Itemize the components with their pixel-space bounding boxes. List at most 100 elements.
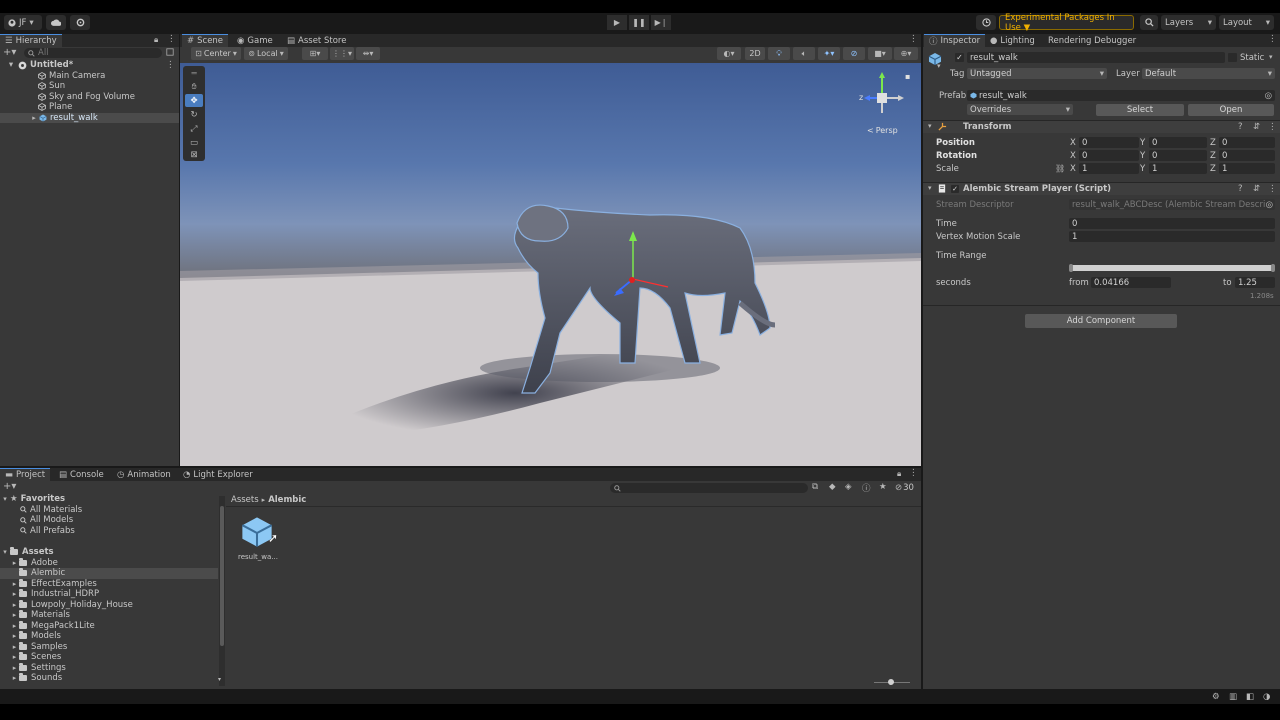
kebab-menu-icon[interactable]: ⋮: [909, 468, 918, 478]
tab-game[interactable]: ◉ Game: [232, 34, 278, 47]
overrides-dropdown[interactable]: Overrides ▾: [967, 104, 1073, 115]
favorite-star-icon[interactable]: ★: [879, 482, 887, 492]
experimental-packages-badge[interactable]: Experimental Packages In Use ▼: [999, 13, 1134, 33]
expand-arrow-icon[interactable]: ▸: [10, 559, 19, 567]
rotation-y-field[interactable]: 0: [1149, 150, 1207, 161]
kebab-menu-icon[interactable]: ⋮: [167, 34, 176, 44]
account-dropdown[interactable]: JF ▾: [4, 15, 42, 30]
presets-icon[interactable]: ⇵: [1253, 122, 1260, 132]
audio-toggle[interactable]: 🔈︎: [793, 47, 815, 60]
breadcrumb-root[interactable]: Assets: [231, 495, 259, 505]
help-icon[interactable]: ?: [1238, 122, 1243, 132]
expand-arrow-icon[interactable]: ▸: [10, 601, 19, 609]
step-button[interactable]: ▶❘: [651, 15, 671, 30]
folder-row-models[interactable]: ▸ Models: [10, 631, 61, 642]
chevron-down-icon[interactable]: ▾: [937, 62, 941, 70]
rotation-z-field[interactable]: 0: [1219, 150, 1275, 161]
persp-toggle[interactable]: < Persp: [867, 126, 898, 135]
tab-scene[interactable]: # Scene: [182, 34, 229, 47]
tab-console[interactable]: ▤ Console: [54, 468, 109, 481]
tab-inspector[interactable]: ⓘ Inspector: [924, 34, 986, 47]
scroll-down-icon[interactable]: ▾: [218, 676, 221, 683]
tab-lighting[interactable]: ● Lighting: [985, 34, 1040, 47]
prefab-field[interactable]: result_walk ◎: [967, 90, 1275, 101]
folder-tree-scrollbar[interactable]: ▾: [218, 496, 225, 686]
progress-icon[interactable]: ◧: [1246, 692, 1254, 702]
hierarchy-item-main-camera[interactable]: Main Camera: [0, 71, 179, 82]
static-checkbox[interactable]: [1228, 53, 1237, 62]
move-tool-icon[interactable]: ✥: [185, 94, 203, 107]
pause-button[interactable]: ❚❚: [629, 15, 649, 30]
favorites-row[interactable]: ▾ ★ Favorites: [0, 494, 65, 505]
tab-animation[interactable]: ◷ Animation: [112, 468, 176, 481]
search-by-type-icon[interactable]: ⧉: [812, 482, 818, 492]
hierarchy-search-input[interactable]: All: [24, 48, 162, 58]
snap-increment-button[interactable]: ⋮⋮▾: [330, 47, 354, 60]
collapse-arrow-icon[interactable]: ▾: [928, 122, 932, 130]
orientation-gizmo[interactable]: z ▪ < Persp: [855, 68, 915, 138]
tab-rendering-debugger[interactable]: Rendering Debugger: [1043, 34, 1141, 47]
favorite-all-models[interactable]: All Models: [20, 515, 73, 526]
kebab-menu-icon[interactable]: ⋮: [1268, 122, 1277, 132]
time-field[interactable]: 0: [1069, 218, 1275, 229]
scrollbar-thumb[interactable]: [220, 506, 224, 646]
hidden-packages-counter[interactable]: ⊘ 30: [895, 483, 914, 493]
expand-arrow-icon[interactable]: ▸: [10, 674, 19, 682]
tab-asset-store[interactable]: ▤ Asset Store: [282, 34, 351, 47]
vertex-motion-scale-field[interactable]: 1: [1069, 231, 1275, 242]
to-field[interactable]: 1.25: [1235, 277, 1275, 288]
presets-icon[interactable]: ⇵: [1253, 184, 1260, 194]
cloud-button[interactable]: [46, 15, 66, 30]
expand-arrow-icon[interactable]: ▸: [10, 611, 19, 619]
object-name-field[interactable]: result_walk: [967, 52, 1225, 63]
expand-arrow-icon[interactable]: ▸: [31, 114, 37, 122]
kebab-menu-icon[interactable]: ⋮: [1268, 34, 1277, 44]
tab-hierarchy[interactable]: ☰ Hierarchy: [0, 34, 62, 47]
rect-tool-icon[interactable]: ▭: [185, 136, 203, 149]
time-range-max-handle[interactable]: [1271, 264, 1275, 272]
collapse-arrow-icon[interactable]: ▾: [928, 184, 932, 192]
play-button[interactable]: ▶: [607, 15, 627, 30]
favorite-all-prefabs[interactable]: All Prefabs: [20, 526, 75, 537]
scale-tool-icon[interactable]: ⤢: [185, 122, 203, 135]
scale-x-field[interactable]: 1: [1079, 163, 1139, 174]
slider-handle[interactable]: [888, 679, 894, 685]
add-icon[interactable]: +▾: [3, 481, 16, 492]
tag-dropdown[interactable]: Untagged ▾: [967, 68, 1107, 79]
kebab-menu-icon[interactable]: ⋮: [166, 60, 175, 70]
layer-dropdown[interactable]: Default ▾: [1142, 68, 1275, 79]
collapse-arrow-icon[interactable]: ▾: [0, 548, 10, 556]
expand-arrow-icon[interactable]: ▸: [10, 664, 19, 672]
position-x-field[interactable]: 0: [1079, 137, 1139, 148]
folder-row-alembic[interactable]: Alembic: [0, 568, 218, 579]
gizmos-dropdown[interactable]: ⊕▾: [894, 47, 918, 60]
position-y-field[interactable]: 0: [1149, 137, 1207, 148]
gizmo-lock-icon[interactable]: ▪: [905, 72, 910, 81]
expand-arrow-icon[interactable]: ▸: [10, 632, 19, 640]
search-by-label-icon[interactable]: ◆: [829, 482, 836, 492]
chevron-down-icon[interactable]: ▾: [1269, 53, 1273, 61]
help-icon[interactable]: ?: [1238, 184, 1243, 194]
folder-row-samples[interactable]: ▸ Samples: [10, 641, 67, 653]
position-z-field[interactable]: 0: [1219, 137, 1275, 148]
tag-icon[interactable]: ◈: [845, 482, 852, 492]
assets-root-row[interactable]: ▾ Assets: [0, 547, 54, 558]
folder-row-settings[interactable]: ▸ Settings: [10, 662, 66, 674]
prefab-open-button[interactable]: Open: [1188, 104, 1274, 116]
scale-z-field[interactable]: 1: [1219, 163, 1275, 174]
target-icon[interactable]: ◎: [1265, 91, 1272, 101]
hidden-objects-toggle[interactable]: ⊘: [843, 47, 865, 60]
2d-toggle[interactable]: 2D: [745, 47, 765, 60]
folder-row-materials[interactable]: ▸ Materials: [10, 610, 70, 621]
transform-component-header[interactable]: ▾ Transform ? ⇵ ⋮: [923, 120, 1280, 133]
expand-arrow-icon[interactable]: ▸: [10, 622, 19, 630]
layers-dropdown[interactable]: Layers ▾: [1161, 15, 1216, 30]
breadcrumb-current[interactable]: Alembic: [268, 495, 306, 505]
camera-settings-button[interactable]: ■▾: [868, 47, 892, 60]
hierarchy-item-sun[interactable]: Sun: [0, 81, 179, 92]
lock-icon[interactable]: 🔒︎: [154, 35, 158, 45]
grid-snap-button[interactable]: ⊞▾: [302, 47, 328, 60]
layout-dropdown[interactable]: Layout ▾: [1219, 15, 1274, 30]
folder-row-effectexamples[interactable]: ▸ EffectExamples: [10, 578, 97, 590]
space-local-dropdown[interactable]: ⊚ Local ▾: [244, 47, 288, 60]
